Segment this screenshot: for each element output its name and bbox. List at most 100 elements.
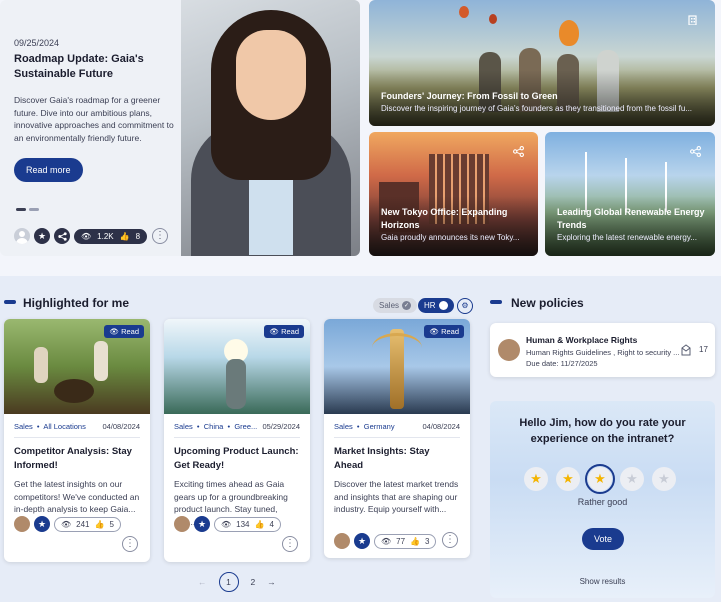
tile-description: Exploring the latest renewable energy...	[557, 233, 697, 242]
views-count: 241	[76, 519, 90, 529]
hero-stats: 👁 1.2K 👍 8	[74, 228, 148, 244]
tag[interactable]: Sales	[14, 422, 33, 431]
card-tags: Sales • All Locations 04/08/2024	[14, 422, 140, 431]
thumb-icon: 👍	[410, 536, 421, 546]
eye-icon: 👁	[61, 519, 72, 529]
star-icon[interactable]: ★	[354, 533, 370, 549]
policy-title: Human & Workplace Rights	[526, 335, 638, 345]
card-tags: Sales • Germany 04/08/2024	[334, 422, 460, 431]
card-image: 👁 Read	[324, 319, 470, 414]
rating-star-1[interactable]: ★	[524, 467, 548, 491]
survey-widget: Hello Jim, how do you rate your experien…	[490, 401, 715, 598]
avatar[interactable]	[14, 516, 30, 532]
likes-count: 4	[269, 519, 274, 529]
tile-title: Leading Global Renewable Energy Trends	[557, 207, 705, 230]
section-title-highlighted: Highlighted for me	[23, 296, 129, 310]
hero-date: 09/25/2024	[14, 38, 60, 48]
share-icon[interactable]	[54, 228, 70, 244]
article-card[interactable]: 👁 Read Sales • China • Gree... 05/29/202…	[164, 319, 310, 562]
rating-label: Rather good	[577, 497, 628, 507]
hero-title[interactable]: Roadmap Update: Gaia's Sustainable Futur…	[14, 52, 174, 82]
filter-chip-hr[interactable]: HR	[418, 298, 454, 313]
card-image: 👁 Read	[4, 319, 150, 414]
tag[interactable]: Gree...	[234, 422, 257, 431]
hero-meta: ★ 👁 1.2K 👍 8	[14, 228, 148, 244]
page-1-button[interactable]: 1	[218, 572, 239, 592]
filter-hr-label: HR	[424, 301, 436, 310]
more-options-button[interactable]: ⋮	[152, 228, 168, 244]
eye-icon: 👁	[381, 536, 392, 546]
read-more-button[interactable]: Read more	[14, 158, 83, 182]
eye-icon: 👁	[221, 519, 232, 529]
vote-button[interactable]: Vote	[582, 528, 624, 550]
star-icon[interactable]: ★	[194, 516, 210, 532]
thumb-icon: 👍	[119, 231, 130, 241]
filter-chip-sales[interactable]: Sales ✓	[373, 298, 418, 313]
card-meta: ★ 👁 134 👍 4	[174, 516, 281, 532]
tile-title: Founders' Journey: From Fossil to Green	[381, 91, 558, 101]
policy-subtitle: Human Rights Guidelines , Right to secur…	[526, 348, 680, 357]
rating-star-4[interactable]: ★	[620, 467, 644, 491]
share-icon[interactable]	[513, 146, 524, 160]
views-count: 1.2K	[97, 231, 114, 241]
news-tile-tokyo[interactable]: New Tokyo Office: Expanding Horizons Gai…	[369, 132, 538, 256]
rating-star-5[interactable]: ★	[652, 467, 676, 491]
card-date: 05/29/2024	[262, 422, 300, 431]
card-title[interactable]: Competitor Analysis: Stay Informed!	[4, 438, 150, 473]
tag[interactable]: Sales	[174, 422, 193, 431]
views-count: 77	[396, 536, 406, 546]
more-options-button[interactable]: ⋮	[442, 532, 458, 548]
likes-count: 8	[135, 231, 141, 241]
card-meta: ★ 👁 77 👍 3	[334, 533, 437, 549]
card-date: 04/08/2024	[102, 422, 140, 431]
rating-star-2[interactable]: ★	[556, 467, 580, 491]
star-icon[interactable]: ★	[34, 228, 50, 244]
more-options-button[interactable]: ⋮	[122, 536, 138, 552]
tag[interactable]: Sales	[334, 422, 353, 431]
carousel-dots[interactable]	[16, 198, 42, 216]
next-page-button[interactable]: →	[267, 577, 276, 587]
news-tile-renewable[interactable]: Leading Global Renewable Energy Trends E…	[545, 132, 715, 256]
thumb-icon: 👍	[94, 519, 105, 529]
more-options-button[interactable]: ⋮	[282, 536, 298, 552]
hero-card[interactable]: 09/25/2024 Roadmap Update: Gaia's Sustai…	[0, 0, 360, 256]
tag[interactable]: All Locations	[43, 422, 86, 431]
show-results-link[interactable]: Show results	[490, 577, 715, 586]
filter-sales-label: Sales	[379, 301, 400, 310]
policy-due-date: Due date: 11/27/2025	[526, 359, 598, 368]
filter-settings-button[interactable]: ⚙	[457, 298, 473, 314]
share-icon[interactable]	[690, 146, 701, 160]
rating-stars[interactable]: ★ ★ ★ ★ ★	[524, 464, 676, 494]
news-tile-founders[interactable]: Founders' Journey: From Fossil to Green …	[369, 0, 715, 126]
card-description: Discover the latest market trends and in…	[334, 479, 459, 514]
read-badge: 👁 Read	[264, 325, 304, 338]
check-icon: ✓	[402, 301, 412, 310]
avatar[interactable]	[174, 516, 190, 532]
article-card[interactable]: 👁 Read Sales • Germany 04/08/2024 Market…	[324, 319, 470, 558]
card-title[interactable]: Market Insights: Stay Ahead	[324, 438, 470, 473]
tag[interactable]: China	[204, 422, 224, 431]
page-2-button[interactable]: 2	[251, 577, 256, 587]
article-card[interactable]: 👁 Read Sales • All Locations 04/08/2024 …	[4, 319, 150, 562]
hero-image	[181, 0, 360, 256]
avatar[interactable]	[334, 533, 350, 549]
card-stats: 👁 77 👍 3	[374, 533, 437, 549]
policy-item[interactable]: Human & Workplace Rights Human Rights Gu…	[490, 323, 715, 377]
rating-star-3[interactable]: ★	[585, 464, 615, 494]
eye-icon: 👁	[81, 231, 92, 241]
card-title[interactable]: Upcoming Product Launch: Get Ready!	[164, 438, 310, 473]
section-title-policies: New policies	[511, 296, 584, 310]
pagination: ← 1 2 →	[198, 572, 276, 592]
tag[interactable]: Germany	[364, 422, 395, 431]
card-date: 04/08/2024	[422, 422, 460, 431]
tile-description: Discover the inspiring journey of Gaia's…	[381, 104, 693, 113]
tile-description: Gaia proudly announces its new Toky...	[381, 233, 520, 242]
star-icon[interactable]: ★	[34, 516, 50, 532]
hero-description: Discover Gaia's roadmap for a greener fu…	[14, 95, 174, 143]
read-badge: 👁 Read	[424, 325, 464, 338]
read-badge: 👁 Read	[104, 325, 144, 338]
prev-page-button[interactable]: ←	[198, 577, 207, 587]
avatar[interactable]	[14, 228, 30, 244]
document-icon	[680, 343, 692, 361]
card-stats: 👁 241 👍 5	[54, 516, 121, 532]
